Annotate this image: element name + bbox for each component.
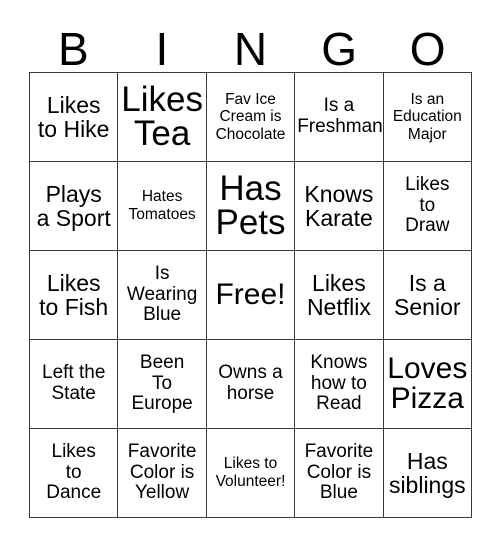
bingo-square-label: Knows Karate <box>304 180 374 231</box>
bingo-square[interactable]: Been To Europe <box>118 340 207 429</box>
bingo-square-label: Likes Tea <box>121 80 203 153</box>
bingo-square[interactable]: Owns a horse <box>206 340 296 429</box>
bingo-square-label: Hates Tomatoes <box>128 188 196 223</box>
bingo-card: B I N G O Likes to Hike Likes Tea Fav Ic… <box>0 0 500 544</box>
bingo-square[interactable]: Knows how to Read <box>295 340 384 429</box>
bingo-square-label: Owns a horse <box>218 362 283 404</box>
bingo-square[interactable]: Is Wearing Blue <box>118 251 207 340</box>
bingo-square[interactable]: Likes to Fish <box>30 251 119 340</box>
bingo-square[interactable]: Likes Tea <box>118 73 207 162</box>
bingo-square-label: Likes to Fish <box>39 269 109 320</box>
bingo-square-label: Loves Pizza <box>387 352 468 415</box>
bingo-square[interactable]: Is a Freshman <box>295 73 384 162</box>
bingo-header: B I N G O <box>29 22 472 72</box>
bingo-square-label: Knows how to Read <box>310 351 368 415</box>
bingo-square-label: Plays a Sport <box>36 180 111 231</box>
header-letter-i: I <box>155 23 169 75</box>
bingo-square-label: Has Pets <box>215 169 286 242</box>
bingo-square-label: Likes to Dance <box>46 440 102 504</box>
bingo-square-label: Free! <box>215 278 286 311</box>
bingo-square[interactable]: Is an Education Major <box>383 73 472 162</box>
bingo-grid: Likes to Hike Likes Tea Fav Ice Cream is… <box>29 72 472 518</box>
bingo-square[interactable]: Fav Ice Cream is Chocolate <box>206 73 296 162</box>
bingo-square-label: Likes to Hike <box>37 91 110 142</box>
bingo-square-label: Is a Senior <box>394 269 461 320</box>
header-letter-n: N <box>233 23 268 75</box>
bingo-square-label: Has siblings <box>388 447 466 498</box>
bingo-square[interactable]: Left the State <box>30 340 119 429</box>
bingo-square[interactable]: Knows Karate <box>295 162 384 251</box>
bingo-square[interactable]: Loves Pizza <box>383 340 472 429</box>
bingo-square[interactable]: Likes to Hike <box>30 73 119 162</box>
bingo-square-label: Is Wearing Blue <box>126 262 198 326</box>
bingo-square-label: Left the State <box>42 362 106 404</box>
bingo-square[interactable]: Hates Tomatoes <box>118 162 207 251</box>
bingo-square[interactable]: Is a Senior <box>383 251 472 340</box>
bingo-square-label: Favorite Color is Blue <box>304 440 374 504</box>
bingo-square[interactable]: Likes to Volunteer! <box>206 429 296 518</box>
bingo-square[interactable]: Likes Netflix <box>295 251 384 340</box>
header-letter-g: G <box>321 23 357 75</box>
header-letter-b: B <box>57 23 89 75</box>
bingo-square[interactable]: Favorite Color is Yellow <box>118 429 207 518</box>
bingo-square[interactable]: Likes to Dance <box>30 429 119 518</box>
header-letter-o: O <box>409 23 446 75</box>
bingo-square-label: Likes to Draw <box>405 173 450 237</box>
bingo-square-free[interactable]: Free! <box>206 251 296 340</box>
bingo-square-label: Is an Education Major <box>392 90 462 143</box>
bingo-square[interactable]: Favorite Color is Blue <box>295 429 384 518</box>
bingo-square-label: Likes Netflix <box>306 269 371 320</box>
bingo-square-label: Been To Europe <box>131 351 193 415</box>
bingo-square-label: Is a Freshman <box>297 95 383 137</box>
bingo-square[interactable]: Has Pets <box>206 162 296 251</box>
bingo-square[interactable]: Has siblings <box>383 429 472 518</box>
bingo-square-label: Favorite Color is Yellow <box>127 440 197 504</box>
bingo-square-label: Fav Ice Cream is Chocolate <box>215 90 286 143</box>
bingo-square-label: Likes to Volunteer! <box>215 455 286 490</box>
bingo-square[interactable]: Likes to Draw <box>383 162 472 251</box>
bingo-square[interactable]: Plays a Sport <box>30 162 119 251</box>
